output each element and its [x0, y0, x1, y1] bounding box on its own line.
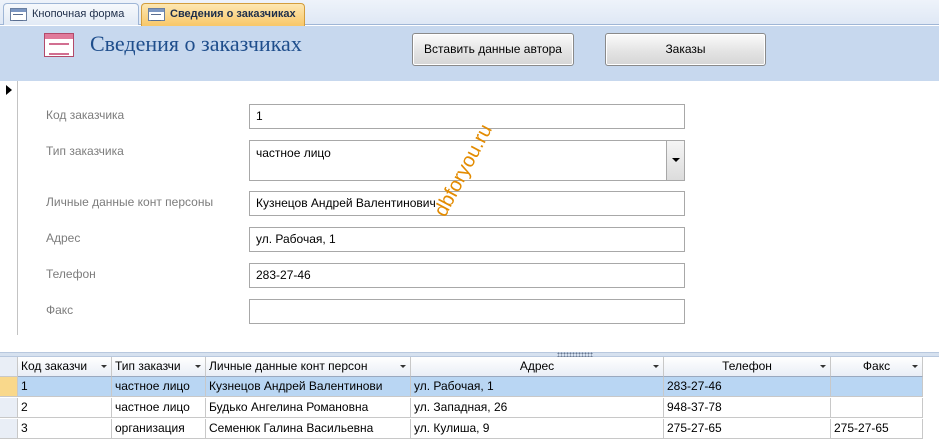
table-cell[interactable]: частное лицо — [112, 398, 206, 418]
sort-filter-arrow-icon[interactable] — [195, 365, 201, 368]
document-tab-bar: Кнопочная форма Сведения о заказчиках — [0, 0, 939, 26]
contact-person-label: Личные данные конт персоны — [46, 195, 214, 209]
current-record-arrow-icon — [6, 85, 12, 95]
phone-label: Телефон — [46, 267, 96, 281]
table-cell[interactable]: организация — [112, 419, 206, 439]
sort-filter-arrow-icon[interactable] — [820, 365, 826, 368]
column-header-contact-person[interactable]: Личные данные конт персон — [206, 357, 411, 377]
customer-type-label: Тип заказчика — [46, 144, 124, 158]
select-all-cell[interactable] — [0, 357, 18, 377]
table-cell[interactable]: ул. Рабочая, 1 — [411, 377, 664, 397]
tab-label: Кнопочная форма — [32, 8, 125, 20]
table-cell[interactable]: 275-27-65 — [664, 419, 831, 439]
address-field[interactable]: ул. Рабочая, 1 — [249, 227, 685, 252]
table-cell[interactable]: частное лицо — [112, 377, 206, 397]
contact-person-field[interactable]: Кузнецов Андрей Валентинович — [249, 191, 685, 216]
table-cell[interactable]: 2 — [18, 398, 112, 418]
column-header-address[interactable]: Адрес — [411, 357, 664, 377]
fax-label: Факс — [46, 303, 74, 317]
table-cell[interactable]: 275-27-65 — [831, 419, 923, 439]
table-cell[interactable]: ул. Западная, 26 — [411, 398, 664, 418]
tab-customer-info[interactable]: Сведения о заказчиках — [141, 3, 305, 26]
table-cell[interactable]: ул. Кулиша, 9 — [411, 419, 664, 439]
form-icon — [10, 8, 27, 21]
datasheet-header-row: Код заказчи Тип заказчи Личные данные ко… — [0, 357, 939, 377]
customer-id-field[interactable]: 1 — [249, 104, 685, 129]
tab-label: Сведения о заказчиках — [170, 8, 296, 20]
row-selector[interactable] — [0, 377, 18, 397]
table-row[interactable]: 1 частное лицо Кузнецов Андрей Валентино… — [0, 377, 939, 397]
sort-filter-arrow-icon[interactable] — [101, 365, 107, 368]
table-cell[interactable]: Будько Ангелина Романовна — [206, 398, 411, 418]
row-selector[interactable] — [0, 419, 18, 439]
column-header-customer-type[interactable]: Тип заказчи — [112, 357, 206, 377]
datasheet: Код заказчи Тип заказчи Личные данные ко… — [0, 357, 939, 439]
sort-filter-arrow-icon[interactable] — [400, 365, 406, 368]
form-header: Сведения о заказчиках Вставить данные ав… — [0, 26, 939, 81]
table-cell[interactable]: Семенюк Галина Васильевна — [206, 419, 411, 439]
table-cell[interactable]: 3 — [18, 419, 112, 439]
fax-field[interactable] — [249, 299, 685, 324]
column-header-phone[interactable]: Телефон — [664, 357, 831, 377]
form-icon — [148, 8, 165, 21]
tab-switchboard[interactable]: Кнопочная форма — [3, 3, 139, 25]
row-selector[interactable] — [0, 398, 18, 418]
table-cell[interactable]: 1 — [18, 377, 112, 397]
table-row[interactable]: 2 частное лицо Будько Ангелина Романовна… — [0, 398, 939, 418]
table-cell[interactable]: 948-37-78 — [664, 398, 831, 418]
table-cell[interactable]: 283-27-46 — [664, 377, 831, 397]
customer-type-value: частное лицо — [256, 146, 331, 160]
address-label: Адрес — [46, 231, 81, 245]
table-cell[interactable] — [831, 398, 923, 418]
orders-button[interactable]: Заказы — [605, 33, 766, 66]
chevron-down-icon[interactable] — [666, 141, 684, 180]
form-icon — [44, 33, 74, 57]
sort-filter-arrow-icon[interactable] — [653, 365, 659, 368]
table-cell[interactable]: Кузнецов Андрей Валентинови — [206, 377, 411, 397]
table-cell[interactable] — [831, 377, 923, 397]
page-title: Сведения о заказчиках — [90, 31, 302, 56]
record-selector[interactable] — [0, 81, 18, 335]
column-header-fax[interactable]: Факс — [831, 357, 923, 377]
column-header-customer-id[interactable]: Код заказчи — [18, 357, 112, 377]
phone-field[interactable]: 283-27-46 — [249, 263, 685, 288]
table-row[interactable]: 3 организация Семенюк Галина Васильевна … — [0, 419, 939, 439]
insert-author-data-button[interactable]: Вставить данные автора — [412, 33, 574, 66]
customer-id-label: Код заказчика — [46, 108, 125, 122]
sort-filter-arrow-icon[interactable] — [912, 365, 918, 368]
